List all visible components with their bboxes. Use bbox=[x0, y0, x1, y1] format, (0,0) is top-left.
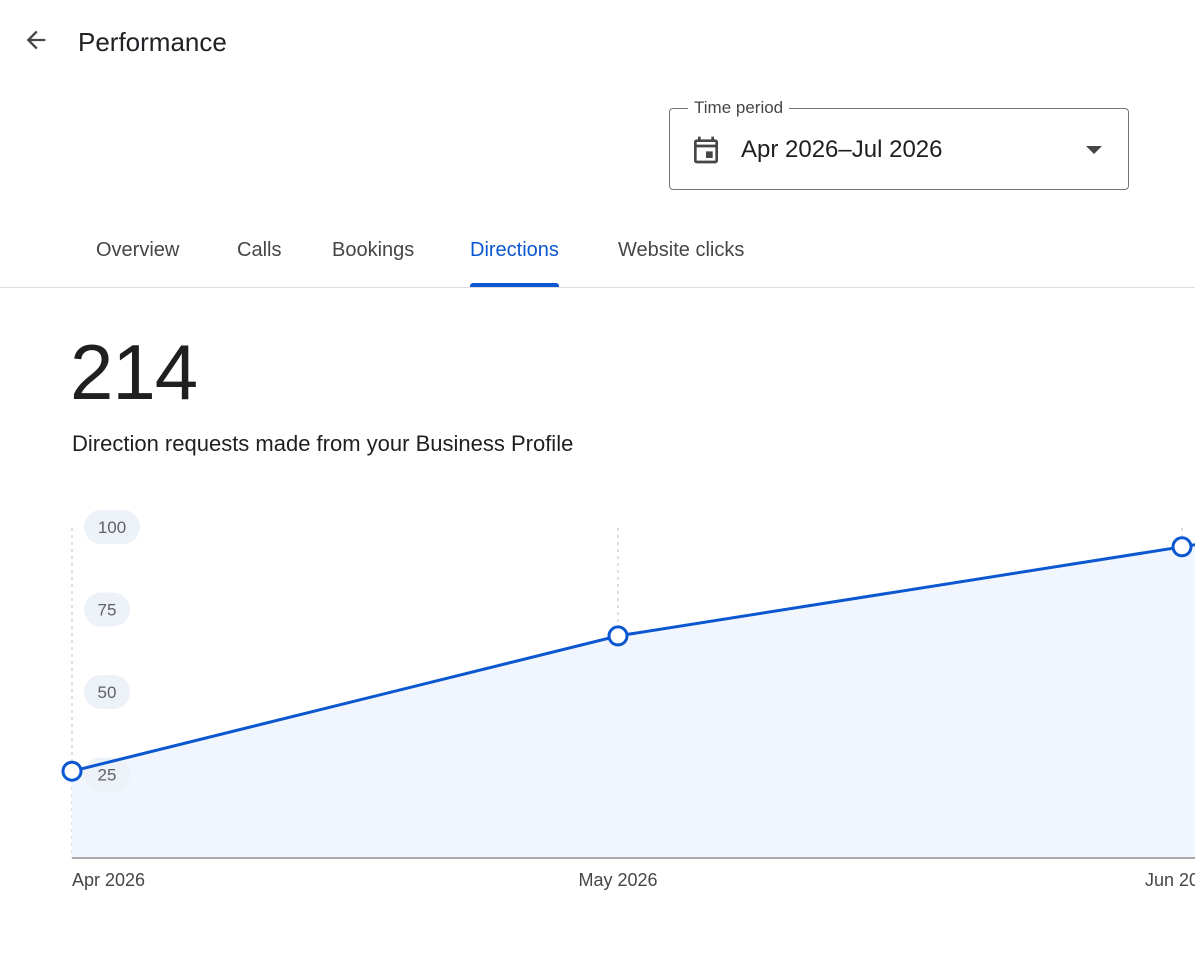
tab-bookings[interactable]: Bookings bbox=[330, 218, 416, 287]
time-period-value: Apr 2026–Jul 2026 bbox=[741, 136, 943, 163]
dropdown-arrow-icon bbox=[1084, 142, 1104, 158]
tab-directions[interactable]: Directions bbox=[468, 218, 561, 287]
tab-website-clicks[interactable]: Website clicks bbox=[616, 218, 746, 287]
y-tick-label: 100 bbox=[98, 518, 126, 537]
data-point bbox=[607, 625, 629, 647]
tab-calls[interactable]: Calls bbox=[235, 218, 283, 287]
y-tick-label: 50 bbox=[98, 683, 117, 702]
performance-page: Performance Time period Apr 2026–Jul 202… bbox=[0, 0, 1195, 969]
x-tick-label: Apr 2026 bbox=[72, 870, 145, 890]
time-period-select[interactable]: Time period Apr 2026–Jul 2026 bbox=[669, 98, 1129, 190]
active-tab-indicator bbox=[470, 283, 559, 287]
directions-chart: 100 75 50 25 Apr 2026 May 2026 Jun 2026 bbox=[61, 510, 1195, 890]
y-tick: 75 bbox=[84, 592, 130, 627]
data-point bbox=[1171, 536, 1193, 558]
back-button[interactable] bbox=[14, 22, 58, 62]
data-point bbox=[61, 760, 83, 782]
tab-label: Bookings bbox=[332, 239, 415, 261]
tab-bar: Overview Calls Bookings Directions Websi… bbox=[0, 218, 1195, 288]
time-period-label: Time period bbox=[688, 98, 790, 118]
y-tick: 100 bbox=[84, 510, 140, 544]
y-tick: 50 bbox=[84, 675, 130, 709]
series-area bbox=[72, 544, 1195, 858]
x-tick-label: May 2026 bbox=[578, 870, 657, 890]
y-tick-label: 25 bbox=[98, 766, 117, 785]
metric-description: Direction requests made from your Busine… bbox=[72, 431, 574, 456]
arrow-back-icon bbox=[22, 26, 50, 59]
y-tick-label: 75 bbox=[98, 601, 117, 620]
tab-overview[interactable]: Overview bbox=[94, 218, 181, 287]
tab-label: Overview bbox=[96, 239, 180, 261]
x-tick-label: Jun 2026 bbox=[1145, 870, 1195, 890]
page-title: Performance bbox=[78, 27, 227, 57]
metric-total: 214 bbox=[70, 328, 198, 416]
tab-label: Calls bbox=[237, 239, 282, 261]
calendar-icon bbox=[690, 134, 722, 166]
tab-label: Directions bbox=[470, 239, 559, 261]
tab-label: Website clicks bbox=[618, 239, 745, 261]
